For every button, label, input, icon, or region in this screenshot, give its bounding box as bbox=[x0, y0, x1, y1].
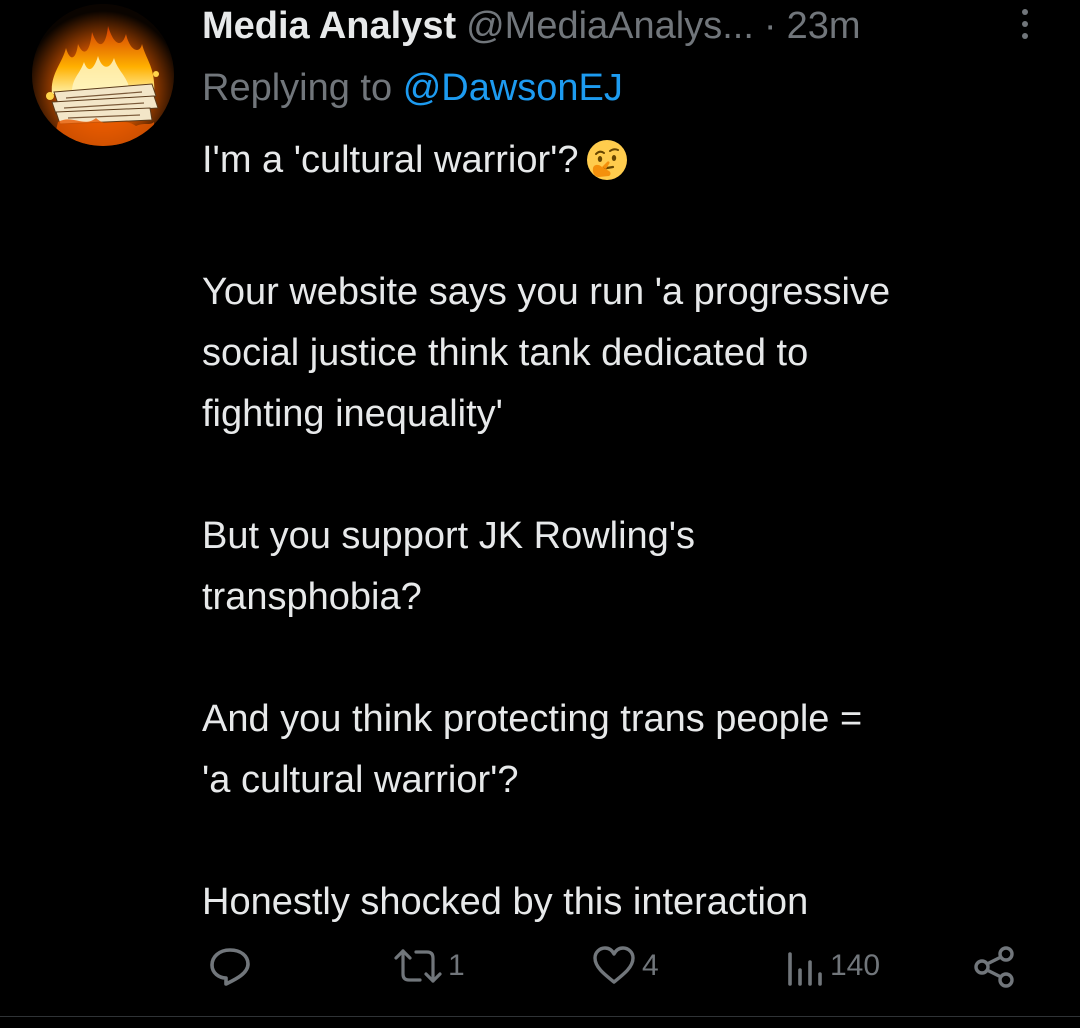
share-button[interactable] bbox=[970, 940, 1020, 992]
tweet-paragraph: Your website says you run 'a progressive… bbox=[202, 262, 1062, 445]
views-button[interactable]: 140 bbox=[782, 940, 880, 992]
tweet-text: I'm a 'cultural warrior'? Your website s… bbox=[202, 130, 1062, 933]
heart-icon bbox=[593, 946, 635, 984]
avatar[interactable] bbox=[32, 4, 174, 146]
retweet-button[interactable]: 1 bbox=[392, 940, 465, 992]
reply-icon bbox=[210, 948, 250, 986]
more-vertical-icon bbox=[1022, 9, 1028, 39]
more-options-button[interactable] bbox=[1012, 6, 1038, 42]
author-handle[interactable]: @MediaAnalys... bbox=[466, 4, 754, 48]
tweet-line: fighting inequality' bbox=[202, 393, 503, 435]
tweet-line: social justice think tank dedicated to bbox=[202, 332, 809, 374]
replying-to-label: Replying to bbox=[202, 67, 393, 109]
replying-to-handle[interactable]: @DawsonEJ bbox=[403, 67, 623, 109]
tweet-line: transphobia? bbox=[202, 576, 422, 618]
replying-to: Replying to @DawsonEJ bbox=[202, 66, 623, 110]
tweet-line: Honestly shocked by this interaction bbox=[202, 881, 809, 923]
tweet-line: 'a cultural warrior'? bbox=[202, 759, 519, 801]
header-separator: · bbox=[763, 5, 777, 47]
tweet-line: Your website says you run 'a progressive bbox=[202, 271, 891, 313]
tweet-divider bbox=[0, 1016, 1080, 1017]
burning-newspapers-avatar bbox=[32, 4, 174, 146]
tweet-paragraph: Honestly shocked by this interaction bbox=[202, 872, 1062, 933]
tweet-line: But you support JK Rowling's bbox=[202, 515, 696, 557]
share-icon bbox=[974, 946, 1014, 988]
retweet-count: 1 bbox=[448, 949, 465, 982]
like-button[interactable]: 4 bbox=[590, 940, 659, 992]
tweet-timestamp[interactable]: 23m bbox=[787, 4, 861, 48]
tweet-line: I'm a 'cultural warrior'? bbox=[202, 139, 579, 181]
tweet-paragraph: I'm a 'cultural warrior'? bbox=[202, 130, 1062, 201]
author-name[interactable]: Media Analyst bbox=[202, 4, 456, 48]
views-icon bbox=[788, 952, 822, 986]
reply-button[interactable] bbox=[204, 940, 256, 992]
views-count: 140 bbox=[830, 949, 881, 982]
tweet-actions: 1 4 140 bbox=[0, 940, 1080, 992]
tweet-paragraph: And you think protecting trans people = … bbox=[202, 689, 1062, 811]
tweet-line: And you think protecting trans people = bbox=[202, 698, 863, 740]
like-count: 4 bbox=[642, 949, 659, 982]
thinking-face-emoji bbox=[585, 138, 629, 201]
tweet-paragraph: But you support JK Rowling's transphobia… bbox=[202, 506, 1062, 628]
tweet-header: Media Analyst @MediaAnalys... · 23m bbox=[202, 4, 861, 48]
retweet-icon bbox=[394, 949, 442, 983]
